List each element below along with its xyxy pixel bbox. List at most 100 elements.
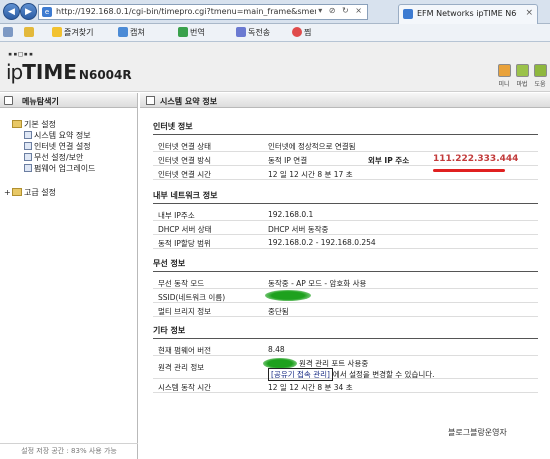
row-lan-ip: 내부 IP주소 192.168.0.1 (153, 208, 538, 221)
dhcp-value: DHCP 서버 동작중 (268, 225, 329, 234)
external-ip-label: 외부 IP 주소 (368, 156, 410, 165)
row-remote-management: 원격 관리 정보 원격 관리 포트 사용중 [공유기 접속 관리] 에서 설정을 … (153, 357, 538, 381)
wizard-icon[interactable] (516, 64, 529, 77)
url-controls[interactable]: ▾ ⊘ ↻ × (318, 6, 364, 15)
page-icon (24, 131, 32, 139)
send-button[interactable]: 독전송 (236, 27, 270, 38)
favorites-button[interactable]: 즐겨찾기 (52, 27, 93, 38)
row-ip-range: 동적 IP할당 범위 192.168.0.2 - 192.168.0.254 (153, 236, 538, 249)
ip-range-label: 동적 IP할당 범위 (158, 239, 211, 248)
row-internet-method: 인터넷 연결 방식 동적 IP 연결 외부 IP 주소 111.222.333.… (153, 153, 538, 166)
minimize-label: 미니 (498, 81, 510, 88)
tab-favicon (403, 9, 413, 19)
tree-item-wireless-security[interactable]: 무선 설정/보안 (24, 152, 83, 163)
row-ssid: SSID(네트워크 이름) (153, 290, 538, 303)
row-internet-status: 인터넷 연결 상태 인터넷에 정상적으로 연결됨 (153, 139, 538, 152)
internet-method-label: 인터넷 연결 방식 (158, 156, 212, 165)
tab-title: EFM Networks ipTIME N60... (417, 9, 517, 18)
storage-status: 설정 저장 공간 : 83% 사용 가능 (0, 443, 138, 459)
expand-icon[interactable]: + (4, 188, 12, 197)
row-wireless-mode: 무선 동작 모드 동작중 - AP 모드 - 암호화 사용 (153, 276, 538, 289)
row-uptime: 시스템 동작 시간 12 일 12 시간 8 분 34 초 (153, 380, 538, 393)
url-text: http://192.168.0.1/cgi-bin/timepro.cgi?t… (56, 7, 316, 16)
translate-button[interactable]: 번역 (178, 27, 205, 38)
wireless-mode-label: 무선 동작 모드 (158, 279, 205, 288)
uptime-label: 시스템 동작 시간 (158, 383, 212, 392)
internet-time-label: 인터넷 연결 시간 (158, 170, 212, 179)
menu-explorer-title: 메뉴탐색기 (22, 97, 59, 106)
browser-tab[interactable]: EFM Networks ipTIME N60... × (398, 4, 538, 24)
lan-ip-label: 내부 IP주소 (158, 211, 195, 220)
capture-icon (118, 27, 128, 37)
help-label: 도움 (534, 81, 546, 88)
send-icon (236, 27, 246, 37)
system-summary-panel: 시스템 요약 정보 인터넷 정보 인터넷 연결 상태 인터넷에 정상적으로 연결… (140, 93, 550, 459)
row-dhcp: DHCP 서버 상태 DHCP 서버 동작중 (153, 222, 538, 235)
section-divider (153, 338, 538, 339)
system-summary-header: 시스템 요약 정보 (140, 93, 550, 108)
heart-icon (292, 27, 302, 37)
internet-status-label: 인터넷 연결 상태 (158, 142, 212, 151)
bridge-value: 중단됨 (268, 307, 289, 316)
menu-explorer-header: 메뉴탐색기 (0, 93, 137, 108)
bridge-label: 멀티 브리지 정보 (158, 307, 212, 316)
firmware-label: 현재 펌웨어 버전 (158, 346, 212, 355)
lan-ip-value: 192.168.0.1 (268, 210, 314, 219)
tree-item-internet-settings[interactable]: 인터넷 연결 설정 (24, 141, 91, 152)
uptime-value: 12 일 12 시간 8 분 34 초 (268, 383, 353, 392)
logo-dots: ▪▪□▪▪ (8, 50, 35, 58)
page-icon: e (42, 7, 52, 17)
section-internet-title: 인터넷 정보 (153, 122, 193, 131)
tree-item-firmware-upgrade[interactable]: 펌웨어 업그레이드 (24, 163, 95, 174)
row-multi-bridge: 멀티 브리지 정보 중단됨 (153, 304, 538, 317)
minimize-icon[interactable] (498, 64, 511, 77)
section-wireless-title: 무선 정보 (153, 259, 186, 268)
wizard-label: 마법 (516, 81, 528, 88)
tree-advanced-settings[interactable]: + 고급 설정 (4, 187, 56, 198)
capture-button[interactable]: 캡쳐 (118, 27, 145, 38)
red-annotation-underline (433, 169, 505, 172)
browser-toolbar: 즐겨찾기 캡쳐 번역 독전송 찜 (0, 24, 550, 42)
tree-item-system-summary[interactable]: 시스템 요약 정보 (24, 130, 91, 141)
folder-icon (12, 120, 22, 128)
internet-time-value: 12 일 12 시간 8 분 17 초 (268, 170, 353, 179)
section-divider (153, 271, 538, 272)
dhcp-label: DHCP 서버 상태 (158, 225, 212, 234)
close-icon[interactable]: × (525, 8, 533, 18)
tree-basic-settings[interactable]: 기본 설정 (12, 119, 56, 130)
help-icon[interactable] (534, 64, 547, 77)
remote-label: 원격 관리 정보 (158, 363, 205, 372)
router-header: ▪▪□▪▪ ipTIME N6004R 미니 마법 도움 (0, 42, 550, 92)
external-ip-value: 111.222.333.444 (433, 154, 519, 164)
internet-method-value: 동적 IP 연결 (268, 156, 308, 165)
address-bar-row: ◀ ▶ e http://192.168.0.1/cgi-bin/timepro… (0, 0, 550, 24)
page-title: 시스템 요약 정보 (160, 97, 218, 106)
star-icon (52, 27, 62, 37)
iptime-logo: ipTIME N6004R (6, 60, 132, 84)
forward-icon[interactable]: ▶ (20, 3, 37, 20)
remote-link-suffix: 에서 설정을 변경할 수 있습니다. (332, 370, 435, 379)
section-lan-title: 내부 네트워크 정보 (153, 191, 218, 200)
menu-explorer: 메뉴탐색기 기본 설정 시스템 요약 정보 인터넷 연결 설정 무선 설정/보안… (0, 93, 138, 459)
page-icon (24, 142, 32, 150)
ip-range-value: 192.168.0.2 - 192.168.0.254 (268, 238, 376, 247)
page-icon (24, 164, 32, 172)
folder-icon (12, 188, 22, 196)
key-icon[interactable] (24, 27, 36, 37)
blog-watermark: 블로그블랑운영자 (448, 428, 507, 437)
search-icon (4, 96, 13, 105)
translate-icon (178, 27, 188, 37)
info-icon (146, 96, 155, 105)
bookmark-button[interactable]: 찜 (292, 27, 311, 38)
section-divider (153, 134, 538, 135)
wireless-mode-value: 동작중 - AP 모드 - 암호화 사용 (268, 279, 367, 288)
ssid-label: SSID(네트워크 이름) (158, 293, 226, 302)
row-firmware: 현재 펌웨어 버전 8.48 (153, 343, 538, 356)
url-input[interactable]: e http://192.168.0.1/cgi-bin/timepro.cgi… (38, 4, 368, 20)
section-divider (153, 203, 538, 204)
section-other-title: 기타 정보 (153, 326, 186, 335)
settings-icon[interactable] (3, 27, 15, 37)
back-icon[interactable]: ◀ (3, 3, 20, 20)
page-icon (24, 153, 32, 161)
ssid-redacted-blur (265, 290, 311, 301)
